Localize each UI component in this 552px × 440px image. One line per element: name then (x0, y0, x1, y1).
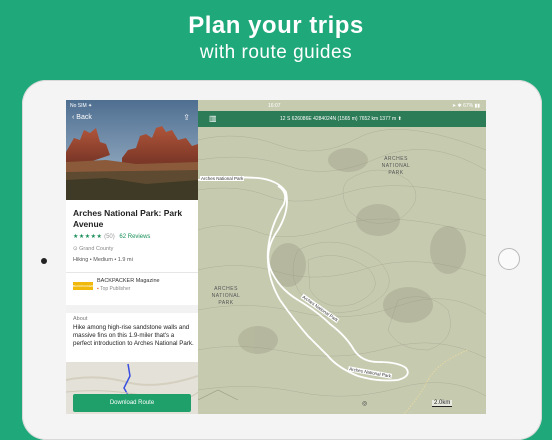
map-label-road-top: Arches National Park (200, 176, 245, 181)
route-detail-panel: ‹ Back ⇪ Arches National Park: Park Aven… (66, 100, 199, 414)
compass-icon[interactable]: ◎ (362, 400, 367, 407)
about-text: Hike among high-rise sandstone walls and… (73, 324, 194, 348)
publisher-role: ▪ Top Publisher (97, 286, 130, 292)
layers-icon[interactable]: ▥ (209, 114, 217, 123)
coordinates-readout: 12 S 626086E 4284024N (1565 m) 7652 km 1… (280, 116, 402, 122)
map-label-arches: ARCHES NATIONAL PARK (381, 156, 411, 176)
publisher-role-label: Top Publisher (100, 286, 131, 292)
rating-row: ★★★★★ (50) 62 Reviews (73, 233, 150, 240)
back-button[interactable]: ‹ Back (72, 114, 92, 121)
map-label-park-left: ARCHES NATIONAL PARK (211, 286, 241, 306)
app-screen: No SIM ✦ 16:07 ➤ ✱ 67% ▮▮ ‹ Back ⇪ Arche… (66, 100, 486, 414)
share-icon[interactable]: ⇪ (183, 113, 190, 122)
about-header: About (73, 316, 88, 322)
star-rating: ★★★★★ (73, 234, 103, 240)
carrier-label: No SIM ✦ (70, 103, 93, 109)
rating-count: (50) (104, 234, 115, 240)
route-photo[interactable]: ‹ Back ⇪ (66, 100, 198, 200)
location-row: ⊙ Grand County (73, 246, 113, 252)
reviews-link[interactable]: 62 Reviews (119, 234, 150, 240)
map-scale: 2.0km (432, 400, 453, 407)
publisher-logo: BACKPACKER (73, 282, 94, 290)
tablet-home-button (498, 248, 520, 270)
badge-icon: ▪ (97, 286, 99, 292)
section-spacer (66, 305, 198, 313)
pin-icon: ⊙ (73, 246, 78, 252)
status-bar: No SIM ✦ 16:07 ➤ ✱ 67% ▮▮ (66, 100, 486, 111)
topo-map[interactable]: ARCHES NATIONAL PARK Arches National Par… (198, 100, 486, 414)
battery-status: ➤ ✱ 67% ▮▮ (451, 103, 480, 109)
map-toolbar: ▥ 12 S 626086E 4284024N (1565 m) 7652 km… (198, 111, 486, 127)
publisher-name: BACKPACKER Magazine (97, 278, 160, 284)
photo-pager[interactable] (114, 192, 144, 200)
route-meta: Hiking • Medium • 1.9 mi (73, 257, 133, 263)
tablet-camera (41, 258, 47, 264)
divider (66, 272, 198, 273)
topo-map-image (198, 100, 486, 414)
download-route-button[interactable]: Download Route (73, 394, 191, 412)
route-title: Arches National Park: Park Avenue (73, 208, 183, 229)
publisher-row[interactable]: BACKPACKER BACKPACKER Magazine ▪ Top Pub… (73, 278, 193, 298)
promo-subline: with route guides (199, 42, 353, 63)
promo-header: Plan your trips with route guides (0, 0, 552, 80)
back-label: Back (76, 114, 92, 121)
county-label: Grand County (79, 246, 114, 252)
promo-headline: Plan your trips (188, 12, 364, 39)
clock: 16:07 (268, 103, 281, 109)
